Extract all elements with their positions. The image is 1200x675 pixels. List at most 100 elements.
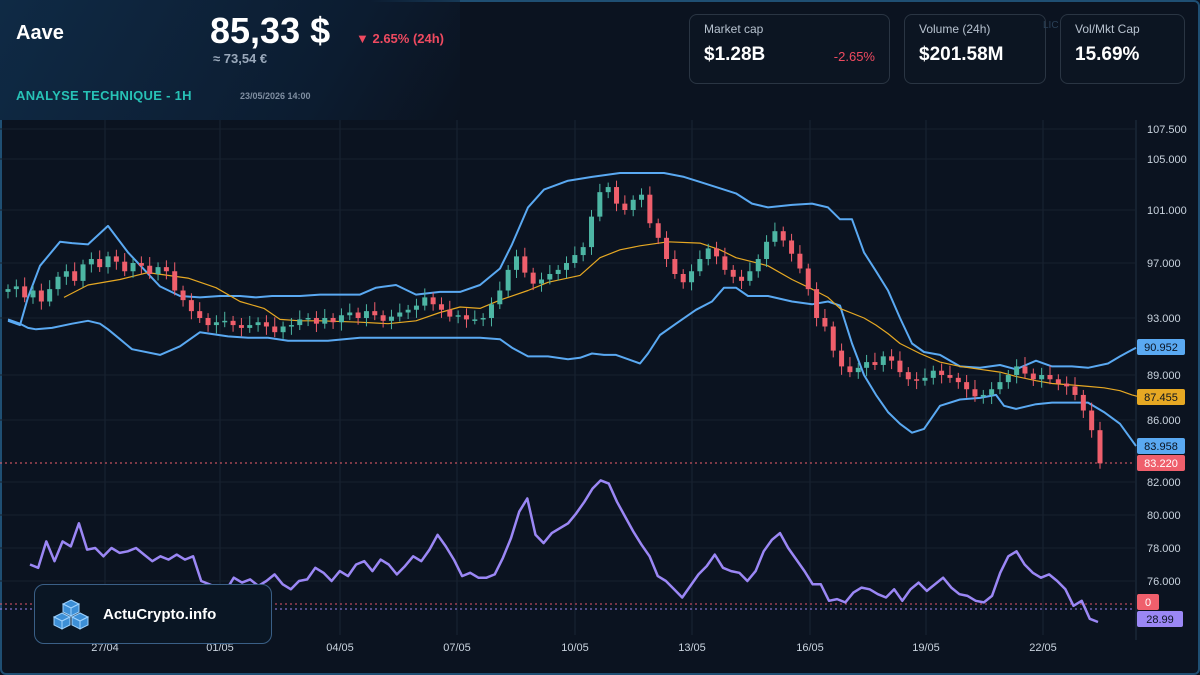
stat-card-market-cap: Market cap $1.28B -2.65% xyxy=(689,14,890,84)
candle-body xyxy=(30,290,36,298)
candle-body xyxy=(580,247,586,256)
candle-body xyxy=(538,279,544,284)
candle-body xyxy=(305,318,311,320)
candle-body xyxy=(905,372,911,380)
timestamp: 23/05/2026 14:00 xyxy=(240,91,311,101)
candle-body xyxy=(130,263,136,272)
brand-badge[interactable]: ActuCrypto.info xyxy=(34,584,272,644)
price-eur: ≈ 73,54 € xyxy=(213,51,268,66)
candle-body xyxy=(497,290,503,305)
candle-body xyxy=(455,315,461,317)
candle-body xyxy=(172,271,178,291)
y-tick-label: 76.000 xyxy=(1147,576,1181,588)
candle-body xyxy=(714,248,720,257)
bollinger-bands xyxy=(7,172,1141,447)
y-tick-label: 86.000 xyxy=(1147,415,1181,427)
candle-body xyxy=(113,256,119,262)
candle-body xyxy=(205,318,211,326)
candle-body xyxy=(922,377,928,381)
candle-body xyxy=(914,379,920,381)
candle-body xyxy=(1064,383,1070,387)
candle-body xyxy=(1055,379,1061,384)
candle-body xyxy=(405,309,411,313)
stat-value: $201.58M xyxy=(919,44,1004,65)
candle-body xyxy=(872,362,878,365)
x-tick-label: 07/05 xyxy=(443,642,471,654)
candle-body xyxy=(155,267,161,274)
y-tick-label: 82.000 xyxy=(1147,477,1181,489)
candle-body xyxy=(547,274,553,280)
candle-body xyxy=(38,290,44,302)
rsi-tag-text: 0 xyxy=(1145,597,1151,609)
candle-body xyxy=(772,231,778,242)
candle-body xyxy=(138,263,144,266)
candle-body xyxy=(422,297,428,306)
candle-body xyxy=(430,297,436,305)
candle-body xyxy=(388,316,394,321)
candle-body xyxy=(797,253,803,269)
candle-body xyxy=(222,320,228,323)
candle-body xyxy=(372,311,378,316)
candle-body xyxy=(897,360,903,373)
candle-body xyxy=(163,267,169,272)
y-tick-label: 80.000 xyxy=(1147,510,1181,522)
candle-body xyxy=(572,255,578,263)
candle-body xyxy=(363,311,369,318)
candle-body xyxy=(505,269,511,291)
candle-body xyxy=(447,309,453,317)
stat-card-volume: Volume (24h) $201.58M xyxy=(904,14,1046,84)
candle-body xyxy=(622,203,628,210)
candle-body xyxy=(488,304,494,318)
candle-body xyxy=(839,350,845,367)
candle-body xyxy=(263,322,269,327)
candle-body xyxy=(1005,375,1011,383)
stat-delta: -2.65% xyxy=(833,49,875,64)
candle-body xyxy=(97,259,103,268)
candle-body xyxy=(22,286,28,298)
candle-body xyxy=(764,241,770,260)
x-tick-label: 13/05 xyxy=(678,642,706,654)
candle-body xyxy=(789,240,795,254)
candle-body xyxy=(889,356,895,361)
candle-body xyxy=(730,269,736,277)
candle-body xyxy=(122,261,128,272)
upper-band-line xyxy=(7,172,1137,371)
stat-label: Vol/Mkt Cap xyxy=(1075,22,1140,36)
candle-body xyxy=(80,264,86,281)
price-tag-text: 90.952 xyxy=(1144,342,1178,354)
candle-body xyxy=(63,271,69,277)
candle-body xyxy=(5,289,11,292)
candle-body xyxy=(397,312,403,317)
y-tick-label: 97.000 xyxy=(1147,258,1181,270)
candle-body xyxy=(347,312,353,316)
candle-body xyxy=(197,311,203,318)
candle-body xyxy=(472,319,478,321)
section-title: ANALYSE TECHNIQUE - 1H xyxy=(16,88,192,103)
y-tick-label: 101.000 xyxy=(1147,205,1187,217)
candle-body xyxy=(513,256,519,270)
candle-body xyxy=(480,318,486,320)
rsi-tag-text: 28.99 xyxy=(1146,614,1174,626)
candle-body xyxy=(272,326,278,333)
price-tag-text: 87.455 xyxy=(1144,392,1178,404)
candle-body xyxy=(930,370,936,378)
candle-body xyxy=(1072,386,1078,395)
brand-name: ActuCrypto.info xyxy=(103,606,217,623)
candle-body xyxy=(280,326,286,333)
price-change-24h: ▼ 2.65% (24h) xyxy=(356,31,445,46)
candle-body xyxy=(697,259,703,272)
candle-body xyxy=(947,375,953,378)
candle-body xyxy=(330,318,336,323)
candle-body xyxy=(147,265,153,274)
candle-body xyxy=(297,319,303,326)
candle-body xyxy=(105,256,111,268)
candle-body xyxy=(722,256,728,270)
candle-body xyxy=(980,394,986,397)
moving-average-line xyxy=(63,241,1141,398)
current-price: 85,33 $ xyxy=(210,10,331,51)
candle-body xyxy=(88,259,94,265)
candle-body xyxy=(1039,375,1045,380)
candle-body xyxy=(647,194,653,224)
candle-body xyxy=(47,289,53,302)
candle-body xyxy=(555,269,561,274)
